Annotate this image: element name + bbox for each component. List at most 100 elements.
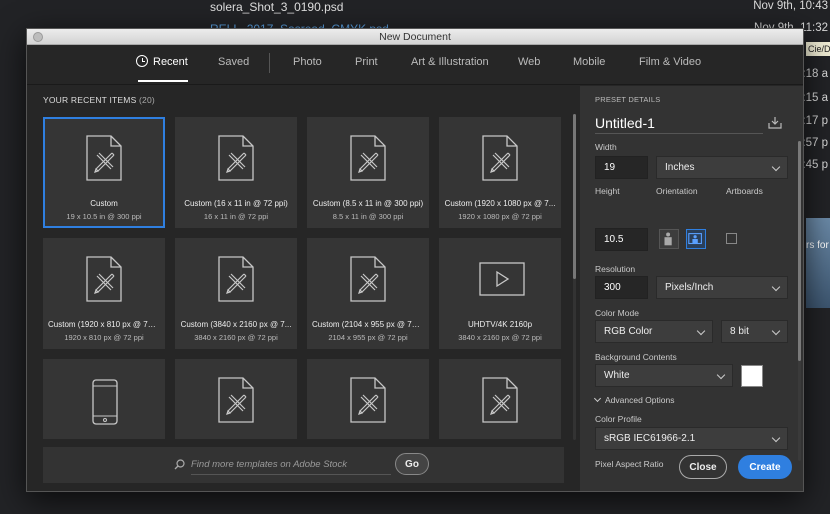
document-pencil-icon [350,256,386,302]
width-input[interactable] [595,156,648,179]
recent-items-scrollbar[interactable] [573,114,576,440]
recent-item-size: 8.5 x 11 in @ 300 ppi [332,212,404,221]
bit-depth-select[interactable]: 8 bit [721,320,788,343]
color-mode-select[interactable]: RGB Color [595,320,713,343]
recent-item-name: Custom (1920 x 1080 px @ 7... [444,199,556,208]
height-input[interactable] [595,228,648,251]
chevron-down-icon [771,433,781,443]
resolution-label: Resolution [595,264,636,274]
tab-print[interactable]: Print [355,45,378,85]
window-title: New Document [379,31,451,43]
recent-item-card[interactable]: Custom (1920 x 1080 px @ 7... 1920 x 108… [439,117,561,228]
advanced-options-label: Advanced Options [605,395,675,405]
recent-item-card[interactable] [43,359,165,439]
recent-item-card[interactable] [307,359,429,439]
recent-item-name: Custom (8.5 x 11 in @ 300 ppi) [312,199,424,208]
background-photo [806,218,830,308]
recent-item-size: 1920 x 810 px @ 72 ppi [64,333,144,342]
tab-photo[interactable]: Photo [293,45,322,85]
document-name-input[interactable] [595,112,763,134]
recent-item-card[interactable]: Custom (8.5 x 11 in @ 300 ppi) 8.5 x 11 … [307,117,429,228]
close-button[interactable]: Close [679,455,727,479]
adobe-stock-search-bar: Go [43,447,564,483]
document-pencil-icon [482,135,518,181]
preset-details-scrollbar[interactable] [798,141,801,461]
document-pencil-icon [86,135,122,181]
tab-divider [269,53,270,73]
tab-art-illustration[interactable]: Art & Illustration [411,45,489,85]
recent-items-grid: Custom 19 x 10.5 in @ 300 ppi Custom (16… [43,117,567,439]
save-preset-icon[interactable] [768,116,782,129]
recent-item-size: 19 x 10.5 in @ 300 ppi [66,212,142,221]
document-pencil-icon [482,377,518,423]
document-pencil-icon [218,377,254,423]
active-tab-indicator [138,80,188,82]
color-profile-select[interactable]: sRGB IEC61966-2.1 [595,427,788,450]
recent-item-card[interactable]: Custom (2104 x 955 px @ 72 ... 2104 x 95… [307,238,429,349]
pixel-aspect-ratio-label: Pixel Aspect Ratio [595,459,664,469]
chevron-down-icon [593,394,602,403]
clock-icon [136,55,148,67]
artboards-checkbox[interactable] [726,233,737,244]
background-contents-value: White [604,370,630,381]
recent-item-card[interactable] [175,359,297,439]
recent-item-name: Custom [90,199,118,208]
document-pencil-icon [350,377,386,423]
create-button[interactable]: Create [738,455,792,479]
recent-count: (20) [139,95,155,105]
phone-icon [92,379,118,425]
document-pencil-icon [218,256,254,302]
background-tooltip: Cie/Dro [806,42,830,56]
portrait-icon [664,232,672,246]
background-contents-label: Background Contents [595,352,677,362]
preset-details-panel: PRESET DETAILS Width Inches Height Orien… [580,86,803,491]
scrollbar-thumb[interactable] [798,141,801,361]
resolution-input[interactable] [595,276,648,299]
recent-item-card[interactable]: Custom 19 x 10.5 in @ 300 ppi [43,117,165,228]
resolution-unit-value: Pixels/Inch [665,282,714,293]
background-contents-select[interactable]: White [595,364,733,387]
background-color-swatch[interactable] [741,365,763,387]
document-pencil-icon [350,135,386,181]
recent-item-card[interactable] [439,359,561,439]
recent-items-panel: YOUR RECENT ITEMS (20) Custom 19 x 10.5 … [27,86,579,491]
advanced-options-toggle[interactable]: Advanced Options [593,394,675,405]
scrollbar-thumb[interactable] [573,114,576,279]
recent-item-name: Custom (2104 x 955 px @ 72 ... [312,320,424,329]
tab-recent[interactable]: Recent [136,45,188,85]
go-button[interactable]: Go [395,453,429,475]
resolution-unit-select[interactable]: Pixels/Inch [656,276,788,299]
recent-item-name: UHDTV/4K 2160p [467,320,533,329]
height-label: Height [595,186,620,196]
color-mode-value: RGB Color [604,326,653,337]
background-photo-text: rs for u [806,240,830,251]
width-unit-value: Inches [665,162,695,173]
recent-item-name: Custom (3840 x 2160 px @ 7... [180,320,292,329]
chevron-down-icon [771,162,781,172]
bit-depth-value: 8 bit [730,326,749,337]
width-label: Width [595,142,617,152]
artboards-label: Artboards [726,186,763,196]
stock-search-input[interactable] [191,455,391,475]
recent-item-card[interactable]: UHDTV/4K 2160p 3840 x 2160 px @ 72 ppi [439,238,561,349]
color-mode-label: Color Mode [595,308,639,318]
recent-item-card[interactable]: Custom (3840 x 2160 px @ 7... 3840 x 216… [175,238,297,349]
tab-label: Recent [153,56,188,68]
window-close-button[interactable] [33,32,43,42]
chevron-down-icon [771,282,781,292]
landscape-icon [688,233,702,245]
chevron-down-icon [696,326,706,336]
recent-item-card[interactable]: Custom (16 x 11 in @ 72 ppi) 16 x 11 in … [175,117,297,228]
tab-saved[interactable]: Saved [218,45,249,85]
recent-item-card[interactable]: Custom (1920 x 810 px @ 72 ... 1920 x 81… [43,238,165,349]
color-profile-label: Color Profile [595,414,642,424]
tab-mobile[interactable]: Mobile [573,45,605,85]
tab-web[interactable]: Web [518,45,540,85]
portrait-orientation-button[interactable] [659,229,679,249]
width-unit-select[interactable]: Inches [656,156,788,179]
chevron-down-icon [771,326,781,336]
tab-film-video[interactable]: Film & Video [639,45,701,85]
document-pencil-icon [218,135,254,181]
landscape-orientation-button[interactable] [686,229,706,249]
preset-details-heading: PRESET DETAILS [595,95,661,104]
